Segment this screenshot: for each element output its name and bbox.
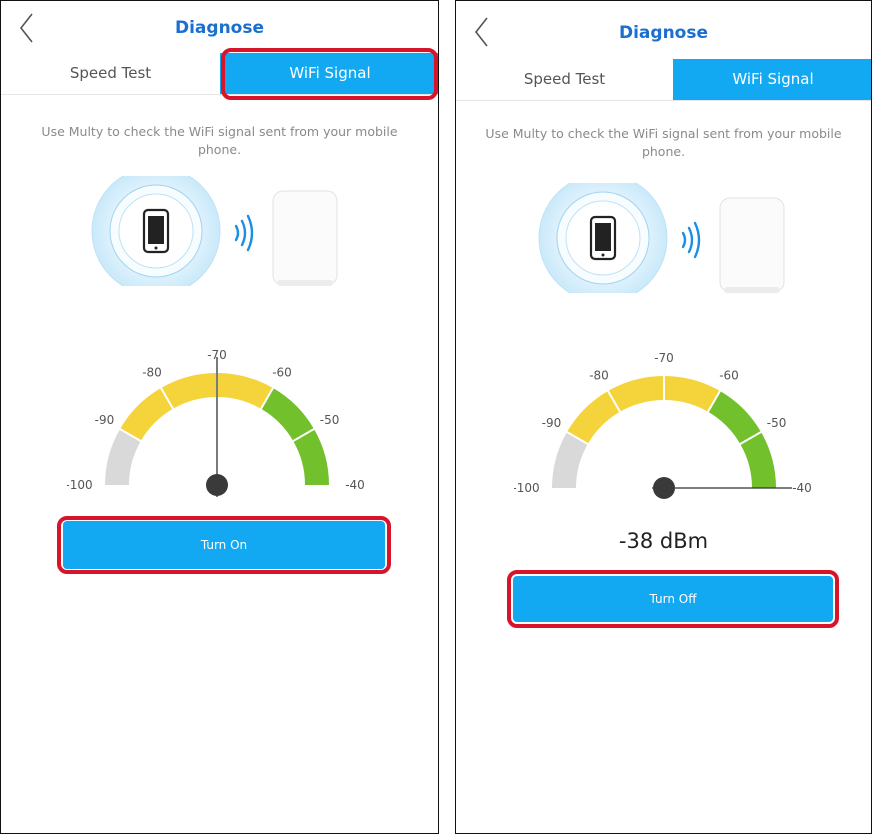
gauge-segment [293,429,329,486]
multy-router-icon [719,197,785,293]
signal-gauge: -100 -90 -80 -70 -60 -50 -40 [514,351,812,499]
gauge-segment [120,388,174,442]
tab-bar: Speed Test WiFi Signal [456,59,871,101]
gauge-tick-label: -90 [95,413,115,427]
description: Use Multy to check the WiFi signal sent … [485,126,842,159]
gauge-tick-label: -60 [719,368,739,382]
screen-wifi-signal-off: Diagnose Speed Test WiFi Signal Use Mult… [0,0,439,834]
gauge-tick-label: -50 [767,416,787,430]
tab-speed-test[interactable]: Speed Test [1,53,220,94]
gauge-tick-label: -90 [542,416,562,430]
phone-to-router-illustration [538,183,785,293]
tab-speed-test[interactable]: Speed Test [456,59,673,100]
header: Diagnose [456,1,871,58]
gauge-segment [216,373,273,409]
gauge-tick-label: -100 [67,478,93,492]
gauge-segment [161,373,218,409]
gauge-tick-label: -100 [514,481,540,495]
gauge-segment [707,391,761,445]
multy-router-icon [272,190,338,286]
gauge-segment [552,432,588,489]
gauge-tick-label: -50 [320,413,340,427]
gauge-tick-label: -70 [654,351,674,365]
screen-wifi-signal-on: Diagnose Speed Test WiFi Signal Use Mult… [455,0,872,834]
gauge-segment [105,429,141,486]
highlight-turn-off-button [507,570,839,628]
gauge-segment [740,432,776,489]
gauge-segment [567,391,621,445]
gauge-segment [260,388,314,442]
highlight-wifi-signal-tab [221,48,438,100]
gauge-needle-hub [206,474,228,496]
description: Use Multy to check the WiFi signal sent … [41,124,398,157]
gauge-needle-hub [653,477,675,499]
highlight-turn-on-button [57,516,391,574]
page-title: Diagnose [618,23,708,43]
gauge-tick-label: -80 [589,368,609,382]
wifi-waves-icon [681,221,701,259]
signal-reading: -38 dBm [618,529,709,553]
wifi-waves-icon [234,214,254,252]
gauge-tick-label: -60 [272,365,292,379]
gauge-tick-label: -80 [142,365,162,379]
page-title: Diagnose [174,18,264,38]
gauge-segment [663,376,720,412]
gauge-tick-label: -40 [345,478,365,492]
signal-gauge: -100-90-80-70-60-50-40 [67,348,365,497]
phone-to-router-illustration [91,176,338,286]
gauge-segment [608,376,665,412]
gauge-tick-label: -40 [792,481,812,495]
tab-wifi-signal[interactable]: WiFi Signal [673,59,871,100]
